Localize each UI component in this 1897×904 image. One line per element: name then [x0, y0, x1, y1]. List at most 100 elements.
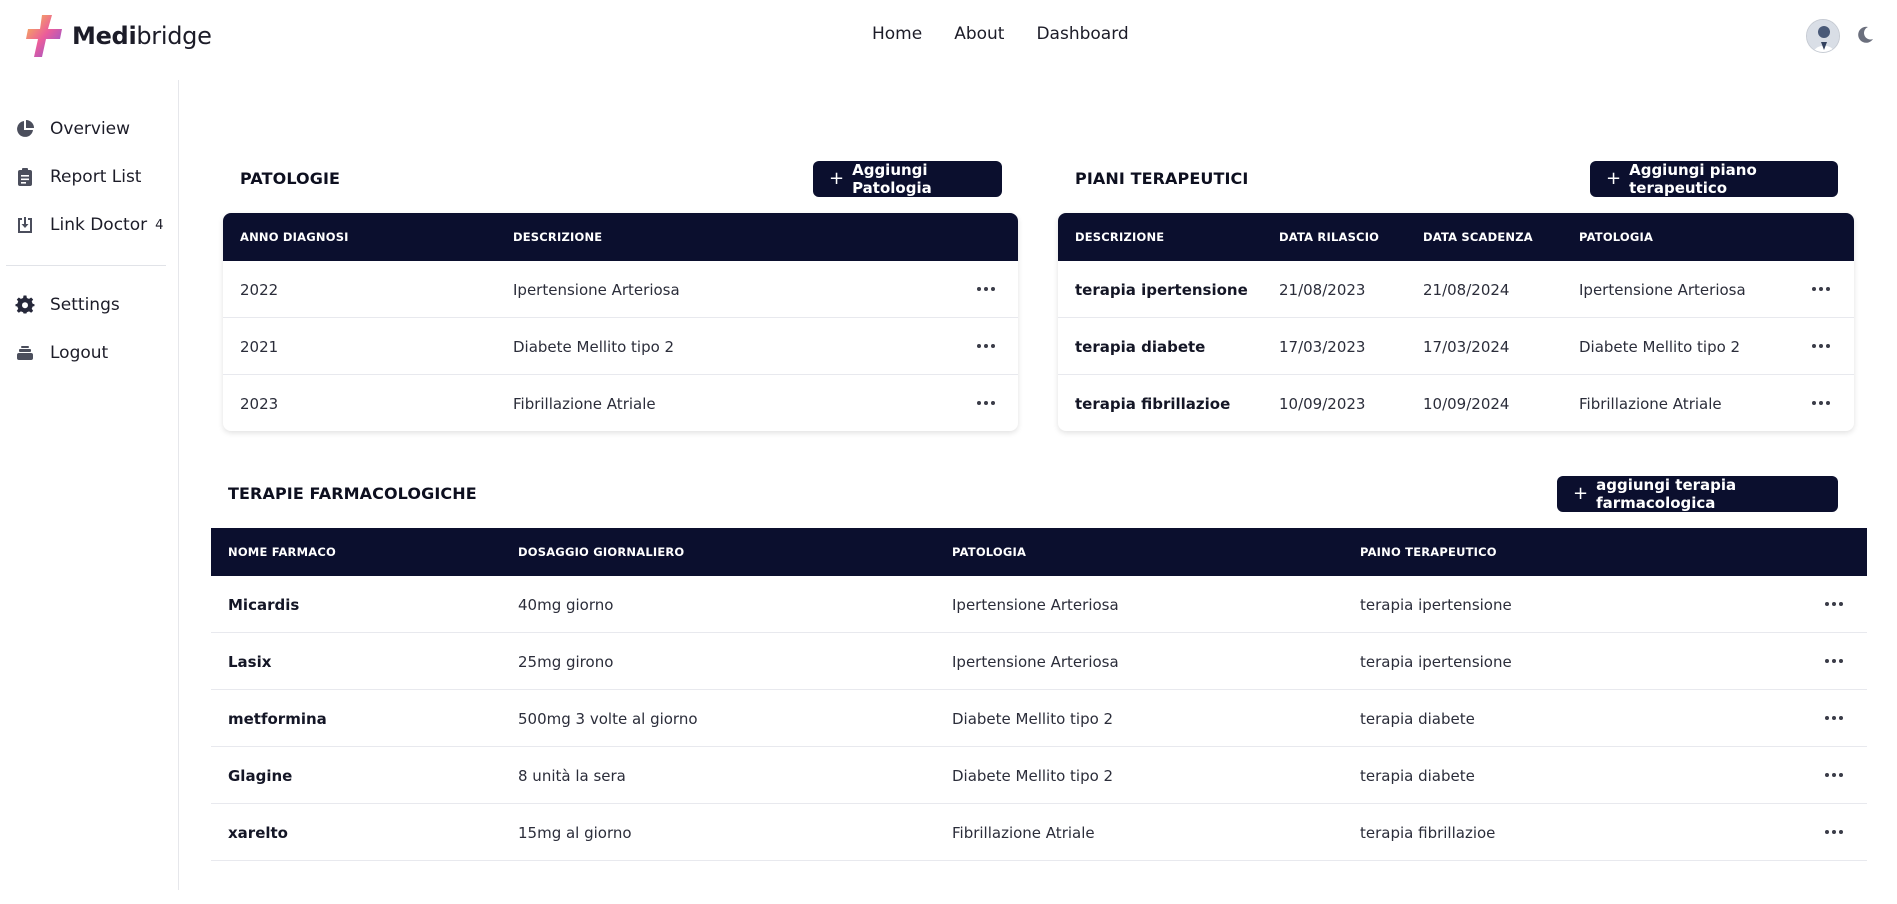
more-options-icon[interactable]	[1810, 337, 1832, 355]
column-header: NOME FARMACO	[228, 545, 336, 559]
user-avatar[interactable]	[1806, 19, 1840, 53]
sidebar-item-report-list[interactable]: Report List	[14, 164, 141, 190]
sidebar-divider	[6, 265, 166, 266]
sidebar-item-link-doctor[interactable]: Link Doctor 4	[14, 212, 163, 238]
more-options-icon[interactable]	[1810, 280, 1832, 298]
cell-nome-farmaco: Lasix	[228, 652, 272, 671]
cell-dosaggio: 40mg giorno	[518, 595, 614, 614]
table-row[interactable]: 2022 Ipertensione Arteriosa	[223, 261, 1018, 318]
cell-anno: 2021	[240, 337, 279, 356]
patologie-title: PATOLOGIE	[240, 169, 341, 188]
cell-nome-farmaco: Micardis	[228, 595, 300, 614]
cell-data-scadenza: 10/09/2024	[1423, 394, 1510, 413]
top-header: Medibridge Home About Dashboard	[0, 0, 1897, 72]
table-header: ANNO DIAGNOSI DESCRIZIONE	[223, 213, 1018, 261]
nav-dashboard-link[interactable]: Dashboard	[1036, 24, 1128, 44]
brand-name: Medibridge	[72, 22, 212, 50]
table-row[interactable]: metformina 500mg 3 volte al giorno Diabe…	[211, 690, 1867, 747]
cell-piano-terapeutico: terapia ipertensione	[1360, 595, 1512, 614]
cell-patologia: Diabete Mellito tipo 2	[1579, 337, 1741, 356]
sidebar-item-label: Overview	[50, 119, 131, 139]
cell-anno: 2023	[240, 394, 279, 413]
cell-nome-farmaco: xarelto	[228, 823, 288, 842]
add-patologia-label: Aggiungi Patologia	[852, 161, 932, 197]
patologie-table: ANNO DIAGNOSI DESCRIZIONE 2022 Ipertensi…	[223, 213, 1018, 431]
more-options-icon[interactable]	[1823, 595, 1845, 613]
cell-piano-terapeutico: terapia diabete	[1360, 766, 1475, 785]
cell-data-scadenza: 17/03/2024	[1423, 337, 1510, 356]
table-row[interactable]: 2021 Diabete Mellito tipo 2	[223, 318, 1018, 375]
column-header: DATA RILASCIO	[1279, 230, 1380, 244]
add-patologia-button[interactable]: + Aggiungi Patologia	[813, 161, 1002, 197]
cell-patologia: Diabete Mellito tipo 2	[952, 709, 1114, 728]
cell-patologia: Ipertensione Arteriosa	[952, 652, 1119, 671]
cell-descrizione: terapia fibrillazioe	[1075, 394, 1231, 413]
cell-patologia: Fibrillazione Atriale	[1579, 394, 1722, 413]
cell-anno: 2022	[240, 280, 279, 299]
more-options-icon[interactable]	[975, 394, 997, 412]
cell-data-rilascio: 17/03/2023	[1279, 337, 1366, 356]
cell-nome-farmaco: Glagine	[228, 766, 293, 785]
cell-patologia: Ipertensione Arteriosa	[1579, 280, 1746, 299]
add-terapia-farmacologica-button[interactable]: + aggiungi terapia farmacologica	[1557, 476, 1838, 512]
piani-terapeutici-table: DESCRIZIONE DATA RILASCIO DATA SCADENZA …	[1058, 213, 1854, 431]
cell-piano-terapeutico: terapia diabete	[1360, 709, 1475, 728]
gear-icon	[14, 294, 36, 316]
more-options-icon[interactable]	[975, 337, 997, 355]
column-header: DOSAGGIO GIORNALIERO	[518, 545, 685, 559]
cell-nome-farmaco: metformina	[228, 709, 327, 728]
cell-patologia: Diabete Mellito tipo 2	[952, 766, 1114, 785]
medibridge-logo-icon	[26, 15, 62, 57]
cell-descrizione: Diabete Mellito tipo 2	[513, 337, 675, 356]
sidebar-item-overview[interactable]: Overview	[14, 116, 130, 142]
cell-piano-terapeutico: terapia ipertensione	[1360, 652, 1512, 671]
cell-patologia: Fibrillazione Atriale	[952, 823, 1095, 842]
brand-logo[interactable]: Medibridge	[24, 14, 212, 58]
pie-chart-icon	[14, 118, 36, 140]
cell-piano-terapeutico: terapia fibrillazioe	[1360, 823, 1496, 842]
column-header: DATA SCADENZA	[1423, 230, 1533, 244]
plus-icon: +	[1573, 483, 1589, 504]
add-piano-terapeutico-button[interactable]: + Aggiungi piano terapeutico	[1590, 161, 1838, 197]
table-row[interactable]: Lasix 25mg girono Ipertensione Arteriosa…	[211, 633, 1867, 690]
add-piano-label: Aggiungi piano terapeutico	[1629, 161, 1757, 197]
table-row[interactable]: terapia fibrillazioe 10/09/2023 10/09/20…	[1058, 375, 1854, 431]
table-row[interactable]: Glagine 8 unità la sera Diabete Mellito …	[211, 747, 1867, 804]
more-options-icon[interactable]	[1823, 652, 1845, 670]
column-header: PATOLOGIA	[1579, 230, 1654, 244]
table-row[interactable]: terapia diabete 17/03/2023 17/03/2024 Di…	[1058, 318, 1854, 375]
cell-descrizione: terapia ipertensione	[1075, 280, 1248, 299]
cell-descrizione: terapia diabete	[1075, 337, 1206, 356]
cell-dosaggio: 500mg 3 volte al giorno	[518, 709, 698, 728]
nav-home-link[interactable]: Home	[872, 24, 922, 44]
table-row[interactable]: terapia ipertensione 21/08/2023 21/08/20…	[1058, 261, 1854, 318]
table-row[interactable]: Micardis 40mg giorno Ipertensione Arteri…	[211, 576, 1867, 633]
sidebar-item-label: Logout	[50, 343, 109, 363]
table-header: NOME FARMACO DOSAGGIO GIORNALIERO PATOLO…	[211, 528, 1867, 576]
link-doctor-count-badge: 4	[155, 217, 164, 233]
user-avatar-icon	[1807, 20, 1839, 52]
more-options-icon[interactable]	[1823, 709, 1845, 727]
cell-data-scadenza: 21/08/2024	[1423, 280, 1510, 299]
piani-terapeutici-title: PIANI TERAPEUTICI	[1075, 169, 1249, 188]
more-options-icon[interactable]	[1810, 394, 1832, 412]
terapie-farmacologiche-table: NOME FARMACO DOSAGGIO GIORNALIERO PATOLO…	[211, 528, 1867, 861]
table-row[interactable]: xarelto 15mg al giorno Fibrillazione Atr…	[211, 804, 1867, 861]
sidebar-item-logout[interactable]: Logout	[14, 340, 108, 366]
nav-about-link[interactable]: About	[954, 24, 1004, 44]
column-header: DESCRIZIONE	[1075, 230, 1165, 244]
sidebar-item-settings[interactable]: Settings	[14, 292, 120, 318]
dark-mode-toggle[interactable]	[1854, 24, 1876, 46]
sidebar: Overview Report List Link Doctor 4 Setti…	[0, 80, 179, 890]
plus-icon: +	[829, 168, 845, 189]
top-navigation: Home About Dashboard	[872, 24, 1129, 44]
add-terapia-label: aggiungi terapia farmacologica	[1596, 476, 1737, 512]
cell-data-rilascio: 21/08/2023	[1279, 280, 1366, 299]
more-options-icon[interactable]	[1823, 766, 1845, 784]
more-options-icon[interactable]	[1823, 823, 1845, 841]
cell-dosaggio: 25mg girono	[518, 652, 614, 671]
cell-patologia: Ipertensione Arteriosa	[952, 595, 1119, 614]
cell-data-rilascio: 10/09/2023	[1279, 394, 1366, 413]
table-row[interactable]: 2023 Fibrillazione Atriale	[223, 375, 1018, 431]
more-options-icon[interactable]	[975, 280, 997, 298]
